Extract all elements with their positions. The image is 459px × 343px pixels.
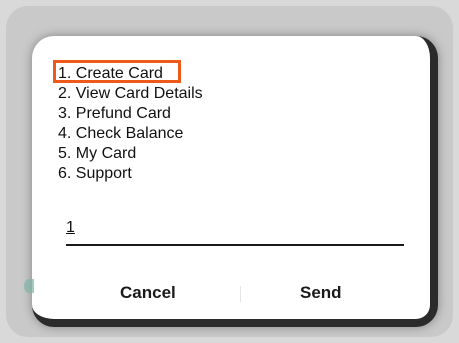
response-input[interactable] bbox=[66, 214, 404, 242]
send-button[interactable]: Send bbox=[300, 283, 342, 303]
button-divider bbox=[240, 286, 241, 302]
menu-item-my-card: 5. My Card bbox=[58, 145, 137, 162]
edge-indicator bbox=[24, 279, 34, 293]
response-input-wrapper bbox=[66, 214, 404, 246]
menu-item-prefund-card: 3. Prefund Card bbox=[58, 105, 171, 122]
menu-item-check-balance: 4. Check Balance bbox=[58, 125, 184, 142]
cancel-button[interactable]: Cancel bbox=[120, 283, 176, 303]
menu-item-view-card-details: 2. View Card Details bbox=[58, 85, 203, 102]
menu-item-support: 6. Support bbox=[58, 165, 132, 182]
selection-highlight bbox=[53, 60, 181, 83]
